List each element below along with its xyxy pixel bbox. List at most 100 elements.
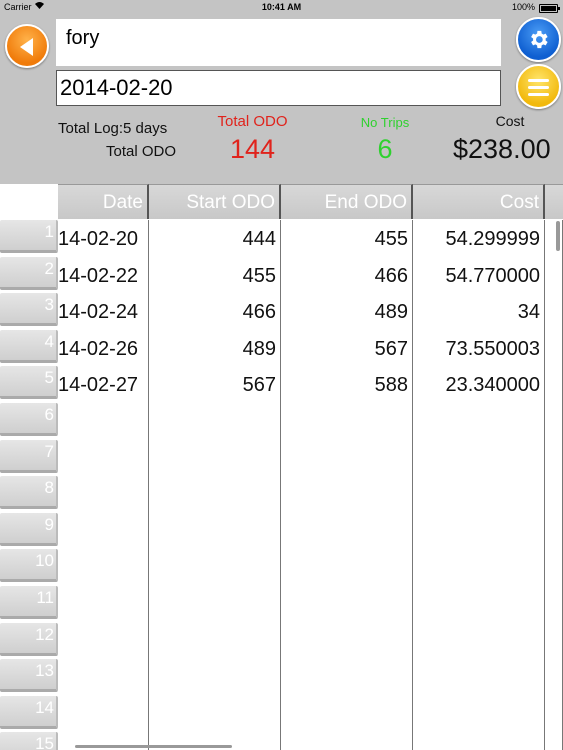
cell-cost[interactable] [413,696,545,734]
column-header-cost[interactable]: Cost [413,184,545,219]
cell-cost[interactable] [413,476,545,514]
row-number[interactable]: 4 [0,330,58,363]
cell-date[interactable] [58,586,149,624]
cell-cost[interactable] [413,403,545,441]
column-header-end-odo[interactable]: End ODO [281,184,413,219]
cell-date[interactable] [58,659,149,697]
cell-start-odo[interactable]: 567 [149,366,281,404]
row-number[interactable]: 6 [0,403,58,436]
cell-cost[interactable]: 73.550003 [413,330,545,368]
cell-end-odo[interactable]: 455 [281,220,413,258]
cell-start-odo[interactable] [149,659,281,697]
cell-date[interactable]: 14-02-24 [58,293,149,331]
menu-button[interactable] [516,64,561,109]
cell-date[interactable] [58,696,149,734]
cell-extra[interactable] [545,586,563,624]
vertical-scrollbar[interactable] [556,221,560,251]
row-number[interactable]: 8 [0,476,58,509]
cell-start-odo[interactable]: 466 [149,293,281,331]
cell-date[interactable] [58,440,149,478]
cell-start-odo[interactable]: 444 [149,220,281,258]
cell-extra[interactable] [545,732,563,750]
cell-end-odo[interactable] [281,623,413,661]
cell-cost[interactable] [413,732,545,750]
cell-date[interactable]: 14-02-22 [58,257,149,295]
cell-extra[interactable] [545,403,563,441]
column-header-extra[interactable] [545,184,563,219]
cell-start-odo[interactable] [149,513,281,551]
name-input[interactable]: fory [56,19,501,66]
column-header-start-odo[interactable]: Start ODO [149,184,281,219]
cell-date[interactable] [58,623,149,661]
cell-date[interactable] [58,403,149,441]
cell-cost[interactable] [413,440,545,478]
cell-start-odo[interactable] [149,549,281,587]
row-number[interactable]: 12 [0,623,58,656]
cell-end-odo[interactable] [281,696,413,734]
row-number[interactable]: 1 [0,220,58,253]
cell-start-odo[interactable] [149,440,281,478]
cell-extra[interactable] [545,440,563,478]
cell-date[interactable]: 14-02-26 [58,330,149,368]
row-number[interactable]: 2 [0,257,58,290]
back-button[interactable] [5,24,49,68]
cell-end-odo[interactable]: 466 [281,257,413,295]
cell-end-odo[interactable] [281,440,413,478]
cell-start-odo[interactable]: 489 [149,330,281,368]
cell-extra[interactable] [545,549,563,587]
cell-start-odo[interactable] [149,403,281,441]
cell-end-odo[interactable]: 588 [281,366,413,404]
row-number[interactable]: 10 [0,549,58,582]
cell-cost[interactable]: 54.770000 [413,257,545,295]
cell-start-odo[interactable] [149,586,281,624]
cell-cost[interactable]: 34 [413,293,545,331]
cell-end-odo[interactable] [281,476,413,514]
column-header-date[interactable]: Date [58,184,149,219]
cell-extra[interactable] [545,659,563,697]
cell-cost[interactable] [413,586,545,624]
cell-extra[interactable] [545,293,563,331]
row-number[interactable]: 13 [0,659,58,692]
cell-cost[interactable] [413,549,545,587]
cell-date[interactable] [58,476,149,514]
cell-extra[interactable] [545,330,563,368]
cell-end-odo[interactable] [281,513,413,551]
row-number[interactable]: 9 [0,513,58,546]
cell-start-odo[interactable] [149,696,281,734]
cell-cost[interactable]: 54.299999 [413,220,545,258]
cell-date[interactable]: 14-02-27 [58,366,149,404]
cell-date[interactable]: 14-02-20 [58,220,149,258]
row-number[interactable]: 11 [0,586,58,619]
cell-end-odo[interactable]: 489 [281,293,413,331]
row-number[interactable]: 7 [0,440,58,473]
cell-extra[interactable] [545,513,563,551]
cell-extra[interactable] [545,220,563,258]
cell-extra[interactable] [545,696,563,734]
date-input[interactable]: 2014-02-20 [56,70,501,106]
cell-cost[interactable] [413,623,545,661]
cell-end-odo[interactable] [281,732,413,750]
cell-cost[interactable] [413,513,545,551]
row-number[interactable]: 14 [0,696,58,729]
cell-start-odo[interactable] [149,623,281,661]
row-number[interactable]: 15 [0,732,58,750]
cell-end-odo[interactable] [281,659,413,697]
cell-date[interactable] [58,549,149,587]
cell-extra[interactable] [545,366,563,404]
row-number[interactable]: 3 [0,293,58,326]
cell-end-odo[interactable] [281,403,413,441]
cell-extra[interactable] [545,623,563,661]
cell-cost[interactable]: 23.340000 [413,366,545,404]
settings-button[interactable] [516,17,561,62]
cell-start-odo[interactable] [149,476,281,514]
cell-end-odo[interactable] [281,586,413,624]
cell-extra[interactable] [545,476,563,514]
cell-end-odo[interactable] [281,549,413,587]
row-number[interactable]: 5 [0,366,58,399]
cell-cost[interactable] [413,659,545,697]
horizontal-scrollbar[interactable] [75,745,232,748]
cell-extra[interactable] [545,257,563,295]
cell-end-odo[interactable]: 567 [281,330,413,368]
cell-date[interactable] [58,513,149,551]
cell-start-odo[interactable]: 455 [149,257,281,295]
